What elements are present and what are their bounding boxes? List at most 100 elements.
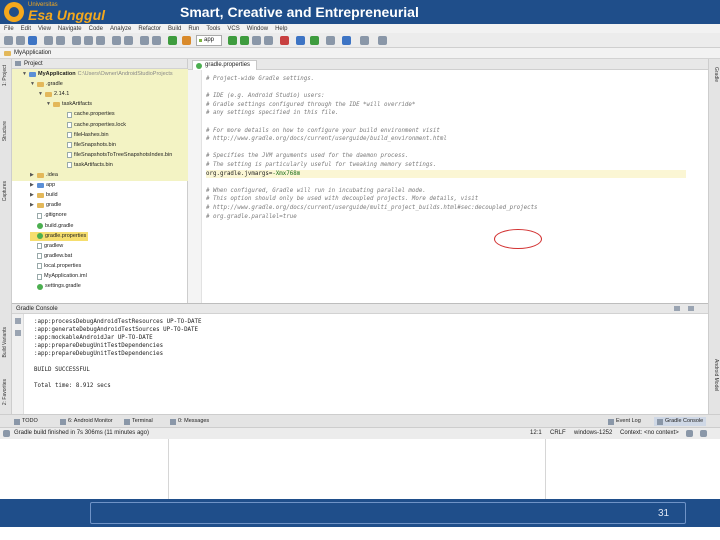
tool-tab-structure[interactable]: Structure [2,121,10,141]
menu-item-build[interactable]: Build [168,26,181,32]
menu-item-file[interactable]: File [4,26,14,32]
sdk-manager-icon[interactable] [310,36,319,45]
project-structure-icon[interactable] [326,36,335,45]
cut-icon[interactable] [72,36,81,45]
tree-item[interactable]: fileSnapshots.bin [60,141,116,150]
code-text[interactable]: # Project-wide Gradle settings. # IDE (e.… [206,75,686,221]
debug-icon[interactable] [240,36,249,45]
tree-item[interactable]: fileHashes.bin [60,131,109,140]
run-icon[interactable] [228,36,237,45]
tree-item[interactable]: settings.gradle [30,282,81,291]
run-config-select[interactable]: app [196,35,222,46]
tree-item[interactable]: ▼ taskArtifacts [46,100,92,109]
tree-expand-icon[interactable]: ▼ [30,80,35,89]
attach-debugger-icon[interactable] [264,36,273,45]
avd-manager-icon[interactable] [296,36,305,45]
menu-item-analyze[interactable]: Analyze [110,26,131,32]
back-icon[interactable] [140,36,149,45]
tree-item[interactable]: local.properties [30,262,81,271]
tree-item[interactable]: MyApplication.iml [30,272,87,281]
coverage-icon[interactable] [252,36,261,45]
tree-item[interactable]: cache.properties.lock [60,121,126,130]
tree-expand-icon[interactable]: ▶ [30,171,35,180]
open-icon[interactable] [4,36,13,45]
tree-expand-icon[interactable]: ▶ [30,191,35,200]
menu-item-window[interactable]: Window [247,26,268,32]
menu-item-vcs[interactable]: VCS [227,26,239,32]
gradle-console-header: Gradle Console [12,304,708,314]
hector-icon[interactable] [700,430,707,437]
settings-icon[interactable] [674,306,680,311]
tool-tab-gradle[interactable]: Gradle [711,67,719,82]
tool-tab-terminal[interactable]: Terminal [124,417,153,426]
menu-item-refactor[interactable]: Refactor [138,26,161,32]
find-icon[interactable] [112,36,121,45]
tree-expand-icon[interactable]: ▼ [22,70,27,79]
tree-item[interactable]: ▼ MyApplication C:\Users\Owner\AndroidStud… [22,70,173,79]
tree-item[interactable]: ▶ .idea [30,171,58,180]
forward-icon[interactable] [152,36,161,45]
tool-tab-todo[interactable]: TODO [14,417,38,426]
tree-item[interactable]: taskArtifacts.bin [60,161,113,170]
menu-item-code[interactable]: Code [89,26,103,32]
tool-tab-build-variants[interactable]: Build Variants [2,327,10,357]
stop-icon[interactable] [280,36,289,45]
make-project-icon[interactable] [168,36,177,45]
menu-item-navigate[interactable]: Navigate [58,26,82,32]
jvmargs-value[interactable]: -Xmx768m [272,171,300,177]
scroll-to-end-icon[interactable] [15,330,21,336]
tree-item[interactable]: ▶ app [30,181,55,190]
editor-tab-gradle-properties[interactable]: gradle.properties [192,60,258,70]
tree-item[interactable]: ▼ 2.14.1 [38,90,69,99]
lock-icon[interactable] [686,430,693,437]
gradle-icon [37,223,43,229]
tree-item[interactable]: fileSnapshotsToTreeSnapshotsIndex.bin [60,151,172,160]
save-icon[interactable] [16,36,25,45]
file-encoding[interactable]: windows-1252 [574,430,612,436]
hide-panel-icon[interactable] [688,306,694,311]
sync-icon[interactable] [28,36,37,45]
console-output[interactable]: :app:processDebugAndroidTestResources UP… [34,318,202,390]
tree-item[interactable]: ▼ .gradle [30,80,63,89]
tool-tab-captures[interactable]: Captures [2,181,10,201]
tool-tab-android-model[interactable]: Android Model [711,359,719,391]
tool-tab-android-monitor[interactable]: 6: Android Monitor [60,417,113,426]
breadcrumb[interactable]: MyApplication [14,50,51,56]
line-separator[interactable]: CRLF [550,430,566,436]
copy-icon[interactable] [84,36,93,45]
tree-item[interactable]: .gitignore [30,211,67,220]
tree-item[interactable]: ▶ build [30,191,58,200]
tree-expand-icon[interactable]: ▼ [38,90,43,99]
tree-expand-icon[interactable]: ▶ [30,201,35,210]
android-device-monitor-icon[interactable] [342,36,351,45]
tree-expand-icon[interactable]: ▶ [30,181,35,190]
help-icon[interactable] [360,36,369,45]
menu-item-run[interactable]: Run [188,26,199,32]
clear-console-icon[interactable] [15,318,21,324]
project-panel-header[interactable]: Project [12,59,187,69]
tree-item[interactable]: gradlew [30,242,63,251]
caret-position[interactable]: 12:1 [530,430,542,436]
tree-item[interactable]: gradlew.bat [30,252,72,261]
tool-tab-favorites[interactable]: 2: Favorites [2,379,10,405]
status-toggle-icon[interactable] [3,430,10,437]
tree-item[interactable]: gradle.properties [30,231,89,241]
replace-icon[interactable] [124,36,133,45]
context-indicator[interactable]: Context: <no context> [620,430,679,436]
tree-expand-icon[interactable]: ▼ [46,100,51,109]
paste-icon[interactable] [96,36,105,45]
menu-item-edit[interactable]: Edit [21,26,31,32]
tree-item[interactable]: ▶ gradle [30,201,61,210]
tool-tab-project[interactable]: 1: Project [2,65,10,86]
menu-item-view[interactable]: View [38,26,51,32]
gradle-sync-icon[interactable] [378,36,387,45]
redo-icon[interactable] [56,36,65,45]
tool-tab-gradle-console[interactable]: Gradle Console [654,417,707,426]
tree-item[interactable]: cache.properties [60,110,115,119]
menu-item-tools[interactable]: Tools [206,26,220,32]
tool-tab-event-log[interactable]: Event Log [608,417,641,426]
tool-tab-messages[interactable]: 0: Messages [170,417,209,426]
menu-item-help[interactable]: Help [275,26,287,32]
tree-item[interactable]: build.gradle [30,222,73,231]
undo-icon[interactable] [44,36,53,45]
